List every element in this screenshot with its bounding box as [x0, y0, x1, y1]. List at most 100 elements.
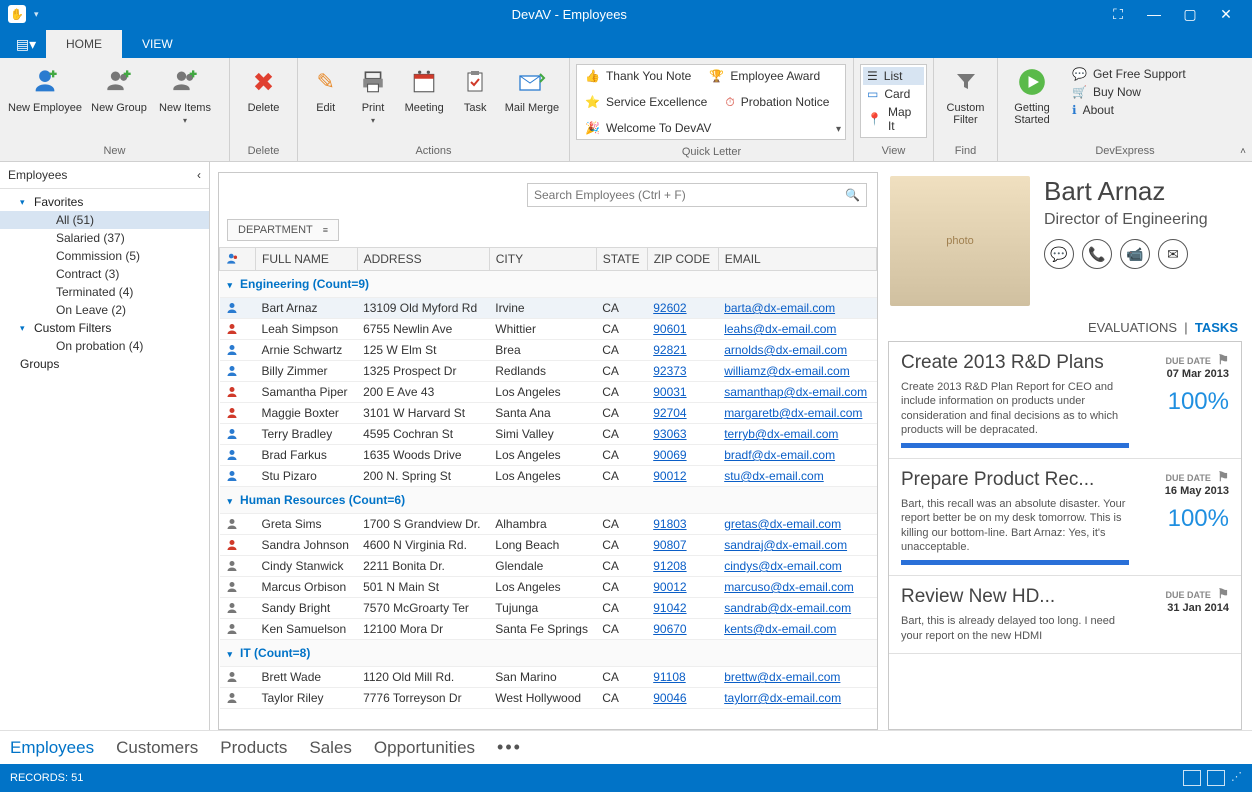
app-icon[interactable]: ✋	[8, 5, 26, 23]
zip-link[interactable]: 91803	[647, 514, 718, 535]
file-menu-icon[interactable]: ▤▾	[6, 30, 46, 58]
col-email[interactable]: EMAIL	[718, 248, 876, 271]
table-row[interactable]: Taylor Riley7776 Torreyson DrWest Hollyw…	[220, 688, 877, 709]
zip-link[interactable]: 90012	[647, 577, 718, 598]
zip-link[interactable]: 92602	[647, 298, 718, 319]
tree-node[interactable]: On Leave (2)	[0, 301, 209, 319]
table-row[interactable]: Samantha Piper200 E Ave 43Los AngelesCA9…	[220, 382, 877, 403]
quick-letter-gallery[interactable]: 👍Thank You Note 🏆Employee Award ⭐Service…	[576, 64, 846, 140]
table-row[interactable]: Cindy Stanwick2211 Bonita Dr.GlendaleCA9…	[220, 556, 877, 577]
new-employee-button[interactable]: New Employee	[6, 62, 84, 118]
table-row[interactable]: Ken Samuelson12100 Mora DrSanta Fe Sprin…	[220, 619, 877, 640]
task-item[interactable]: Prepare Product Rec...Bart, this recall …	[889, 459, 1241, 576]
search-box[interactable]: 🔍	[527, 183, 867, 207]
view-card-button[interactable]: ▭Card	[863, 85, 924, 103]
gallery-expand-icon[interactable]: ▾	[836, 124, 841, 135]
table-row[interactable]: Sandy Bright7570 McGroarty TerTujungaCA9…	[220, 598, 877, 619]
table-row[interactable]: Leah Simpson6755 Newlin AveWhittierCA906…	[220, 319, 877, 340]
module-employees[interactable]: Employees	[10, 738, 94, 758]
mail-button[interactable]: ✉	[1158, 239, 1188, 269]
more-modules-icon[interactable]: •••	[497, 737, 522, 758]
email-link[interactable]: cindys@dx-email.com	[718, 556, 876, 577]
zip-link[interactable]: 91042	[647, 598, 718, 619]
minimize-button[interactable]: —	[1136, 6, 1172, 22]
tree-node[interactable]: Terminated (4)	[0, 283, 209, 301]
ribbon-collapse-icon[interactable]: ˄	[1240, 146, 1246, 157]
zip-link[interactable]: 91108	[647, 667, 718, 688]
task-item[interactable]: Create 2013 R&D PlansCreate 2013 R&D Pla…	[889, 342, 1241, 459]
ql-probation[interactable]: ⏱Probation Notice	[725, 95, 829, 110]
zip-link[interactable]: 90031	[647, 382, 718, 403]
table-row[interactable]: Bart Arnaz13109 Old Myford RdIrvineCA926…	[220, 298, 877, 319]
zip-link[interactable]: 90046	[647, 688, 718, 709]
zip-link[interactable]: 92704	[647, 403, 718, 424]
task-item[interactable]: Review New HD...Bart, this is already de…	[889, 576, 1241, 654]
layout-reading-icon[interactable]	[1207, 770, 1225, 786]
email-link[interactable]: williamz@dx-email.com	[718, 361, 876, 382]
zip-link[interactable]: 90670	[647, 619, 718, 640]
email-link[interactable]: leahs@dx-email.com	[718, 319, 876, 340]
email-link[interactable]: samanthap@dx-email.com	[718, 382, 876, 403]
maximize-button[interactable]: ▢	[1172, 6, 1208, 23]
task-button[interactable]: Task	[454, 62, 497, 118]
email-link[interactable]: brettw@dx-email.com	[718, 667, 876, 688]
custom-filter-button[interactable]: Custom Filter	[940, 62, 991, 130]
table-row[interactable]: Marcus Orbison501 N Main StLos AngelesCA…	[220, 577, 877, 598]
tab-view[interactable]: VIEW	[122, 30, 193, 58]
print-button[interactable]: Print ▾	[351, 62, 394, 129]
tab-home[interactable]: HOME	[46, 30, 122, 58]
col-zip[interactable]: ZIP CODE	[647, 248, 718, 271]
ql-award[interactable]: 🏆Employee Award	[709, 69, 820, 83]
email-link[interactable]: terryb@dx-email.com	[718, 424, 876, 445]
group-row[interactable]: ▾IT (Count=8)	[220, 640, 877, 667]
tree-node[interactable]: Commission (5)	[0, 247, 209, 265]
table-row[interactable]: Sandra Johnson4600 N Virginia Rd.Long Be…	[220, 535, 877, 556]
email-link[interactable]: kents@dx-email.com	[718, 619, 876, 640]
zip-link[interactable]: 90012	[647, 466, 718, 487]
call-button[interactable]: 📞	[1082, 239, 1112, 269]
fullscreen-icon[interactable]: ⛶	[1100, 6, 1136, 23]
email-link[interactable]: bradf@dx-email.com	[718, 445, 876, 466]
col-city[interactable]: CITY	[489, 248, 596, 271]
ql-service[interactable]: ⭐Service Excellence	[585, 95, 707, 110]
module-products[interactable]: Products	[220, 738, 287, 758]
about-button[interactable]: ℹAbout	[1070, 102, 1188, 118]
module-opportunities[interactable]: Opportunities	[374, 738, 475, 758]
table-row[interactable]: Brad Farkus1635 Woods DriveLos AngelesCA…	[220, 445, 877, 466]
tree-node[interactable]: On probation (4)	[0, 337, 209, 355]
email-link[interactable]: marcuso@dx-email.com	[718, 577, 876, 598]
table-row[interactable]: Stu Pizaro200 N. Spring StLos AngelesCA9…	[220, 466, 877, 487]
zip-link[interactable]: 92373	[647, 361, 718, 382]
sidebar-collapse-icon[interactable]: ‹	[197, 168, 201, 182]
module-sales[interactable]: Sales	[309, 738, 352, 758]
zip-link[interactable]: 93063	[647, 424, 718, 445]
email-link[interactable]: barta@dx-email.com	[718, 298, 876, 319]
table-row[interactable]: Greta Sims1700 S Grandview Dr.AlhambraCA…	[220, 514, 877, 535]
table-row[interactable]: Arnie Schwartz125 W Elm StBreaCA92821arn…	[220, 340, 877, 361]
chat-button[interactable]: 💬	[1044, 239, 1074, 269]
table-row[interactable]: Brett Wade1120 Old Mill Rd.San MarinoCA9…	[220, 667, 877, 688]
group-row[interactable]: ▾Human Resources (Count=6)	[220, 487, 877, 514]
zip-link[interactable]: 91208	[647, 556, 718, 577]
search-icon[interactable]: 🔍	[845, 188, 860, 202]
ql-thank-you[interactable]: 👍Thank You Note	[585, 69, 691, 83]
tree-node[interactable]: Salaried (37)	[0, 229, 209, 247]
email-link[interactable]: margaretb@dx-email.com	[718, 403, 876, 424]
tree-node[interactable]: Groups	[0, 355, 209, 373]
col-icon[interactable]	[220, 248, 256, 271]
email-link[interactable]: sandraj@dx-email.com	[718, 535, 876, 556]
mail-merge-button[interactable]: Mail Merge	[501, 62, 563, 118]
new-group-button[interactable]: New Group	[88, 62, 150, 118]
new-items-button[interactable]: New Items ▾	[154, 62, 216, 129]
edit-button[interactable]: ✎ Edit	[304, 62, 347, 118]
tree-node[interactable]: All (51)	[0, 211, 209, 229]
col-address[interactable]: ADDRESS	[357, 248, 489, 271]
tab-tasks[interactable]: TASKS	[1195, 320, 1238, 335]
tab-evaluations[interactable]: EVALUATIONS	[1088, 320, 1177, 335]
table-row[interactable]: Terry Bradley4595 Cochran StSimi ValleyC…	[220, 424, 877, 445]
email-link[interactable]: arnolds@dx-email.com	[718, 340, 876, 361]
zip-link[interactable]: 90807	[647, 535, 718, 556]
tree-node[interactable]: ▾Custom Filters	[0, 319, 209, 337]
layout-normal-icon[interactable]	[1183, 770, 1201, 786]
email-link[interactable]: sandrab@dx-email.com	[718, 598, 876, 619]
